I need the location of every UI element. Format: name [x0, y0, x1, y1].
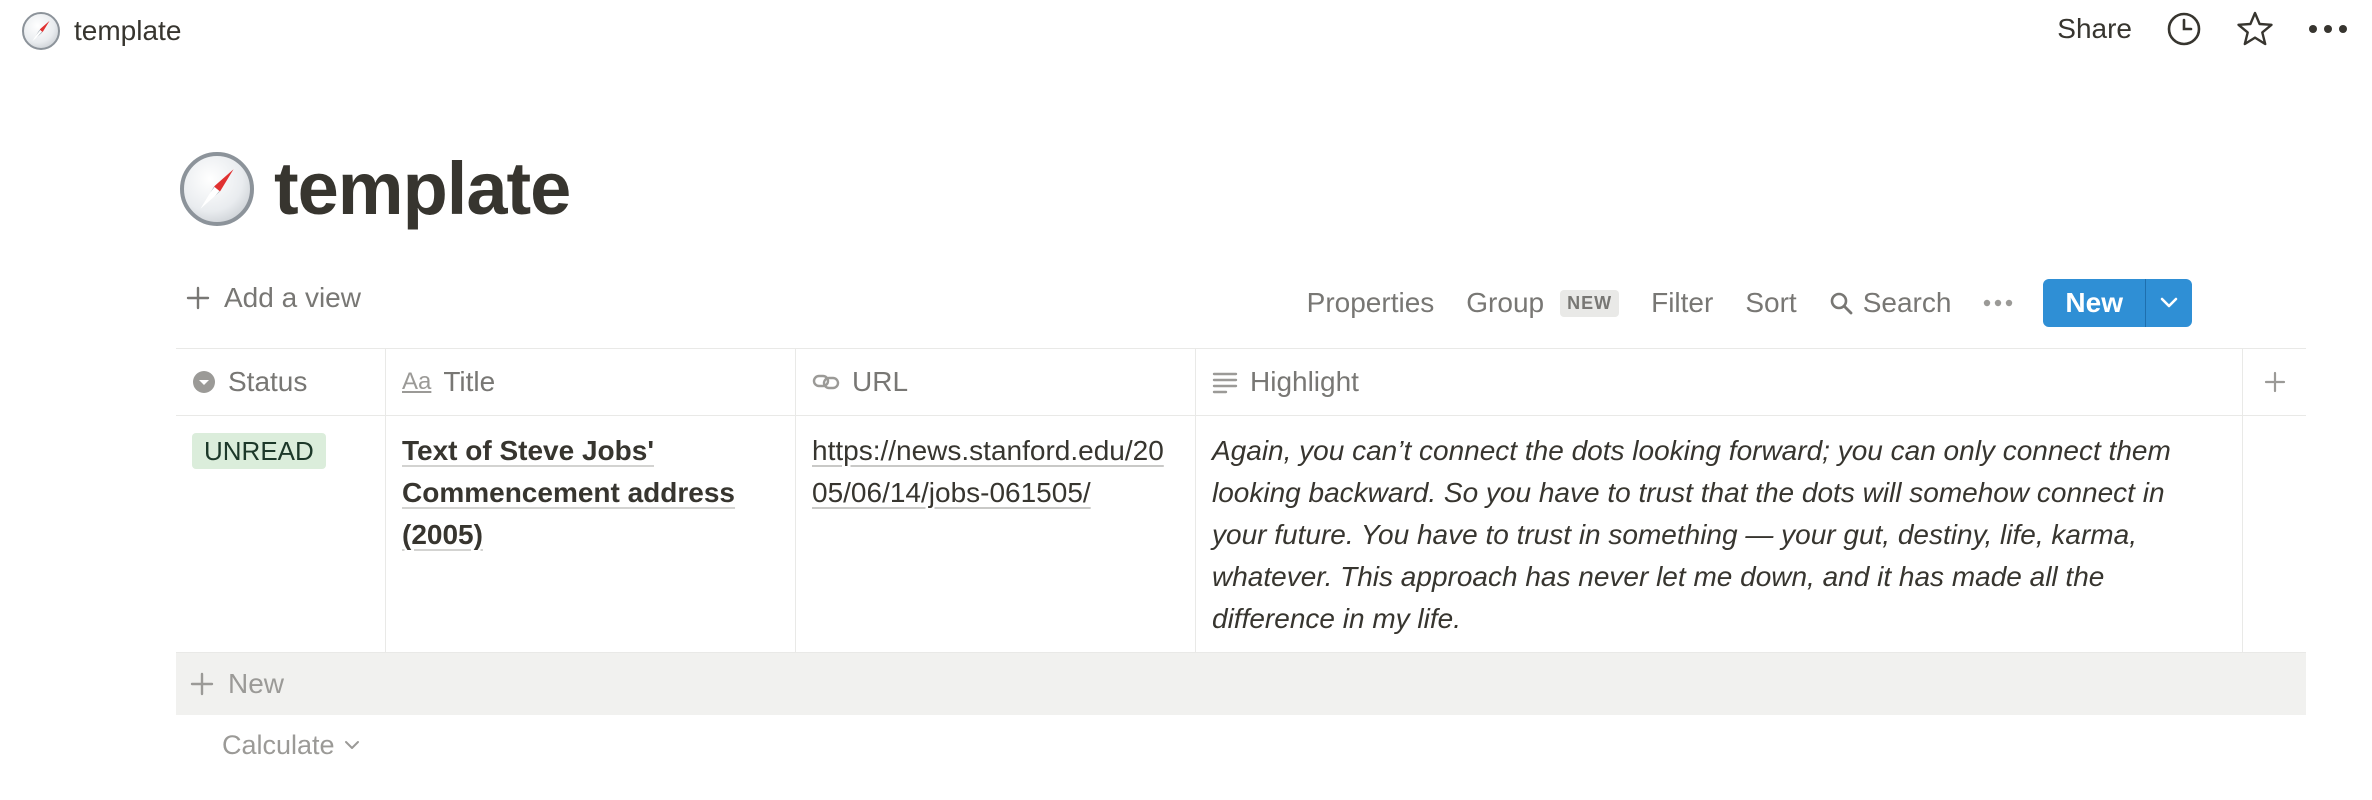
breadcrumb[interactable]: template — [22, 12, 181, 50]
text-aa-icon: Aa — [402, 368, 432, 395]
top-bar: template Share — [0, 0, 2372, 62]
column-label: Status — [228, 366, 308, 397]
page-title[interactable]: template — [274, 152, 571, 226]
link-icon — [812, 374, 840, 390]
status-badge: UNREAD — [192, 433, 326, 469]
highlight-cell[interactable]: Again, you can’t connect the dots lookin… — [1196, 416, 2243, 652]
row-title[interactable]: Text of Steve Jobs' Commencement address… — [402, 435, 735, 550]
column-header-title[interactable]: Aa Title — [386, 349, 796, 415]
lines-icon — [1212, 372, 1238, 394]
sort-button[interactable]: Sort — [1745, 287, 1796, 319]
search-icon — [1830, 292, 1853, 315]
properties-button[interactable]: Properties — [1307, 287, 1435, 319]
plus-icon — [190, 672, 214, 696]
plus-icon — [2264, 371, 2285, 393]
column-header-status[interactable]: Status — [176, 349, 386, 415]
search-label: Search — [1862, 287, 1952, 318]
more-dots-icon[interactable] — [2308, 23, 2348, 35]
column-header-url[interactable]: URL — [796, 349, 1196, 415]
table-header: Status Aa Title URL Highlight — [176, 348, 2306, 416]
chevron-down-icon — [344, 741, 359, 749]
top-actions: Share — [2057, 10, 2348, 48]
group-label: Group — [1466, 287, 1545, 318]
plus-icon — [186, 286, 210, 310]
column-header-highlight[interactable]: Highlight — [1196, 349, 2243, 415]
breadcrumb-page-name: template — [74, 15, 182, 46]
url-cell[interactable]: https://news.stanford.edu/2005/06/14/job… — [796, 416, 1196, 652]
column-label: URL — [852, 366, 909, 397]
title-cell[interactable]: Text of Steve Jobs' Commencement address… — [386, 416, 796, 652]
new-button[interactable]: New — [2043, 279, 2145, 327]
row-highlight: Again, you can’t connect the dots lookin… — [1212, 435, 2171, 634]
select-icon — [193, 371, 215, 393]
view-toolbar: Add a view Properties Group NEW Filter S… — [176, 276, 2306, 332]
new-badge: NEW — [1560, 289, 1620, 317]
add-view-button[interactable]: Add a view — [186, 282, 361, 314]
row-url-link[interactable]: https://news.stanford.edu/2005/06/14/job… — [812, 435, 1164, 508]
new-dropdown-chevron-icon[interactable] — [2145, 279, 2192, 327]
compass-icon — [22, 12, 60, 50]
add-column-button[interactable] — [2243, 349, 2306, 415]
new-row-label: New — [228, 668, 285, 699]
add-row-button[interactable]: New — [176, 653, 2306, 715]
database-table: Status Aa Title URL Highlight UNREAD Tex… — [176, 348, 2306, 775]
empty-cell — [2243, 416, 2306, 652]
page-compass-icon[interactable] — [180, 152, 254, 226]
more-options-icon[interactable] — [1983, 299, 2013, 307]
calculate-button[interactable]: Calculate — [176, 715, 2306, 775]
new-split-button: New — [2043, 279, 2192, 327]
calculate-label: Calculate — [222, 729, 335, 760]
favorite-star-icon[interactable] — [2236, 10, 2274, 48]
share-button[interactable]: Share — [2057, 13, 2132, 45]
table-row[interactable]: UNREAD Text of Steve Jobs' Commencement … — [176, 416, 2306, 653]
group-button[interactable]: Group NEW — [1466, 287, 1620, 319]
history-icon[interactable] — [2166, 11, 2202, 47]
filter-button[interactable]: Filter — [1651, 287, 1713, 319]
search-button[interactable]: Search — [1829, 287, 1952, 319]
toolbar-actions: Properties Group NEW Filter Sort Search … — [1307, 279, 2192, 327]
page-header: template — [180, 152, 571, 226]
column-label: Highlight — [1250, 366, 1359, 397]
column-label: Title — [443, 366, 496, 397]
status-cell[interactable]: UNREAD — [176, 416, 386, 652]
add-view-label: Add a view — [224, 282, 361, 313]
